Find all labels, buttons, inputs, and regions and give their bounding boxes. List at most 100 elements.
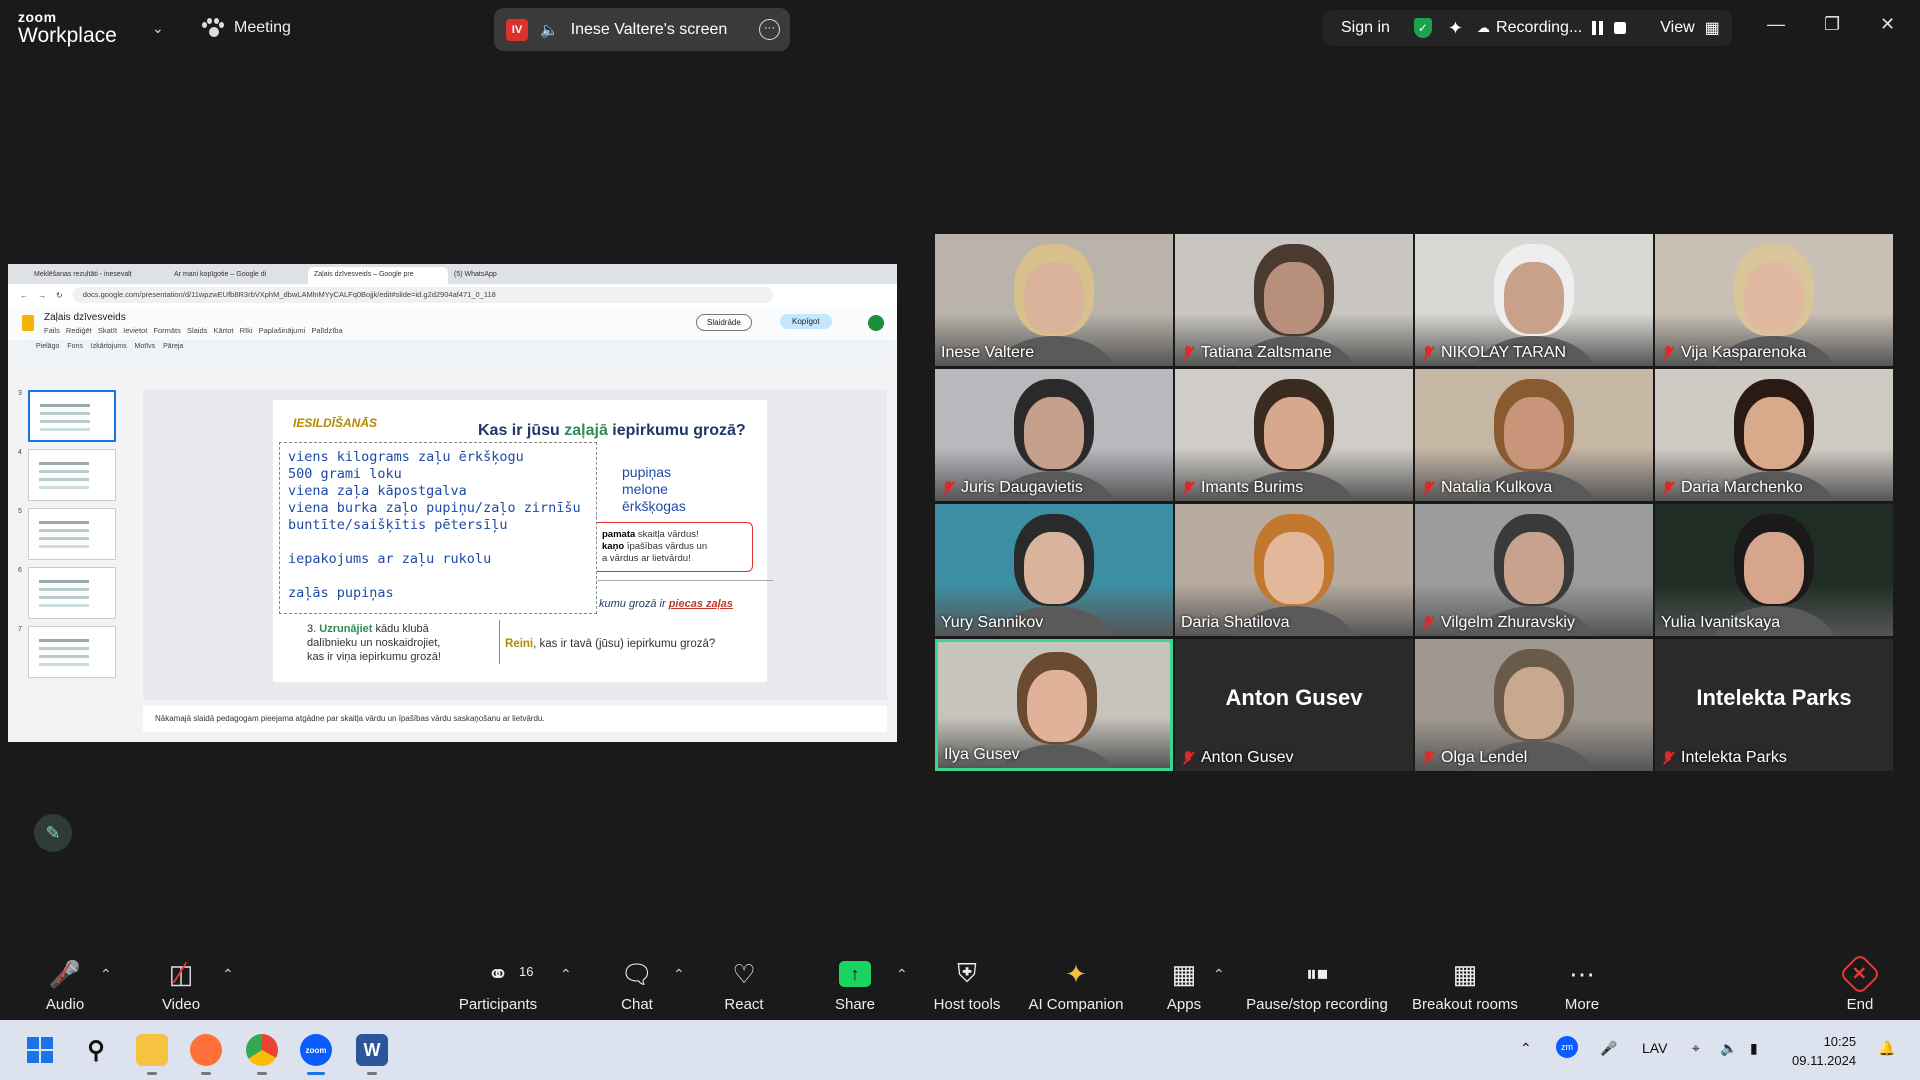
participant-tile[interactable]: NIKOLAY TARAN: [1415, 234, 1653, 366]
windows-start-icon[interactable]: [24, 1034, 56, 1066]
browser-tab-active[interactable]: Zaļais dzīvesveids – Google pre: [308, 267, 448, 284]
browser-tab[interactable]: Ar mani kopīgotie – Google di: [168, 267, 308, 284]
audio-button[interactable]: 🎤 ∕ Audio: [40, 956, 90, 1013]
view-button[interactable]: View ▦: [1660, 18, 1720, 38]
react-button[interactable]: ♡ React: [720, 956, 768, 1014]
screen-share-indicator[interactable]: IV 🔈 Inese Valtere's screen ···: [494, 8, 790, 51]
wifi-icon[interactable]: ⌖: [1692, 1040, 1700, 1057]
end-button[interactable]: ✕ End: [1838, 952, 1882, 1013]
ai-sparkle-icon[interactable]: ✦: [1448, 18, 1463, 39]
participant-name-label: Olga Lendel: [1421, 749, 1527, 767]
microphone-icon[interactable]: 🎤: [1600, 1040, 1617, 1057]
video-button[interactable]: ◫ ∕ Video: [156, 956, 206, 1013]
notification-bell-icon[interactable]: 🔔: [1878, 1040, 1895, 1057]
host-tools-button[interactable]: ⛨ Host tools: [932, 956, 1002, 1013]
browser-tab[interactable]: (5) WhatsApp: [448, 267, 588, 284]
doc-menu[interactable]: Fails Rediģēt Skatīt Ievietot Formāts Sl…: [44, 326, 343, 335]
avatar[interactable]: [868, 315, 884, 331]
pause-stop-recording-button[interactable]: ⏸⏹ Pause/stop recording: [1244, 956, 1390, 1013]
slide-thumbnail[interactable]: 6: [18, 567, 130, 619]
ai-companion-button[interactable]: ✦ AI Companion: [1026, 956, 1126, 1014]
slide-thumbnail[interactable]: 5: [18, 508, 130, 560]
chat-options-caret[interactable]: ⌃: [673, 966, 685, 983]
slide-thumbnail[interactable]: 4: [18, 449, 130, 501]
shopping-list-textbox[interactable]: viens kilograms zaļu ērkšķogu 500 grami …: [279, 442, 597, 614]
participant-tile[interactable]: Intelekta Parks Intelekta Parks: [1655, 639, 1893, 771]
stop-recording-icon[interactable]: [1614, 22, 1627, 34]
pause-recording-icon[interactable]: [1592, 21, 1606, 35]
speaker-notes[interactable]: Nākamajā slaidā pedagogam pieejama atgād…: [143, 706, 887, 732]
search-icon[interactable]: ⚲: [80, 1034, 112, 1066]
mic-muted-icon: [1181, 345, 1195, 361]
clock[interactable]: 10:25 09.11.2024: [1792, 1032, 1856, 1070]
more-button[interactable]: ⋯ More: [1560, 956, 1604, 1014]
minimize-icon[interactable]: —: [1767, 14, 1785, 35]
participants-options-caret[interactable]: ⌃: [560, 966, 572, 983]
meeting-controls: 🎤 ∕ Audio ⌃ ◫ ∕ Video ⌃ ⚭ Participants 16 …: [0, 944, 1920, 1020]
participant-tile[interactable]: Natalia Kulkova: [1415, 369, 1653, 501]
participant-tile[interactable]: Anton Gusev Anton Gusev: [1175, 639, 1413, 771]
participant-tile[interactable]: Yulia Ivanitskaya: [1655, 504, 1893, 636]
participant-tile[interactable]: Olga Lendel: [1415, 639, 1653, 771]
participant-tile[interactable]: Daria Marchenko: [1655, 369, 1893, 501]
participant-tile[interactable]: Juris Daugavietis: [935, 369, 1173, 501]
annotate-pen-icon[interactable]: ✎: [34, 814, 72, 852]
more-options-icon[interactable]: ···: [759, 19, 780, 40]
zoom-logo[interactable]: zoom Workplace: [18, 10, 117, 46]
participant-tile[interactable]: Vilgelm Zhuravskiy: [1415, 504, 1653, 636]
encryption-shield-icon[interactable]: ✓: [1413, 18, 1432, 38]
participant-tile[interactable]: Imants Burims: [1175, 369, 1413, 501]
docs-toolbar[interactable]: Pielāgo Fons Izkārtojums Motīvs Pāreja: [16, 340, 889, 356]
battery-icon[interactable]: ▮: [1750, 1040, 1758, 1057]
participant-name-label: Ilya Gusev: [944, 746, 1020, 764]
participant-tile[interactable]: Yury Sannikov: [935, 504, 1173, 636]
audio-options-caret[interactable]: ⌃: [100, 966, 112, 983]
tray-overflow-icon[interactable]: ⌃: [1520, 1040, 1532, 1057]
reload-icon[interactable]: ↻: [56, 291, 63, 300]
browser-tab[interactable]: Meklēšanas rezultāti - inesevalt: [28, 267, 168, 284]
current-slide[interactable]: IESILDĪŠANĀS Kas ir jūsu zaļajā iepirkum…: [273, 400, 773, 682]
file-explorer-icon[interactable]: [136, 1034, 168, 1066]
slideshow-button[interactable]: Slaidrāde: [696, 314, 752, 331]
share-doc-button[interactable]: Kopīgot: [780, 314, 832, 329]
recording-status[interactable]: ☁ Recording...: [1477, 19, 1582, 37]
participant-tile[interactable]: Vija Kasparenoka: [1655, 234, 1893, 366]
participant-tile[interactable]: Tatiana Zaltsmane: [1175, 234, 1413, 366]
slide-thumbnail[interactable]: 7: [18, 626, 130, 678]
meeting-label: Meeting: [234, 19, 291, 36]
url-field[interactable]: docs.google.com/presentation/d/11wpzwEUf…: [72, 287, 773, 303]
breakout-rooms-button[interactable]: ▦ Breakout rooms: [1410, 956, 1520, 1014]
share-button[interactable]: ↑ Share: [832, 956, 878, 1013]
shared-screen[interactable]: Meklēšanas rezultāti - inesevalt Ar mani…: [8, 264, 897, 742]
zoom-tray-icon[interactable]: zm: [1556, 1036, 1578, 1058]
chat-button[interactable]: 🗨 Chat: [617, 956, 657, 1014]
slide-thumbnail[interactable]: 3: [18, 390, 130, 442]
participant-name-label: Yury Sannikov: [941, 614, 1043, 632]
apps-options-caret[interactable]: ⌃: [1213, 966, 1225, 983]
participant-tile[interactable]: Inese Valtere: [935, 234, 1173, 366]
doc-title[interactable]: Zaļais dzīvesveids: [44, 312, 343, 323]
back-icon[interactable]: ←: [20, 291, 28, 300]
speaker-icon[interactable]: 🔈: [540, 21, 559, 39]
participant-name-label: Daria Shatilova: [1181, 614, 1290, 632]
restore-icon[interactable]: ❐: [1824, 14, 1840, 35]
participant-tile[interactable]: Daria Shatilova: [1175, 504, 1413, 636]
language-indicator[interactable]: LAV: [1642, 1040, 1667, 1056]
recording-label: Recording...: [1496, 19, 1583, 36]
forward-icon[interactable]: →: [38, 291, 46, 300]
meeting-menu[interactable]: Meeting: [202, 18, 291, 38]
volume-icon[interactable]: 🔈: [1720, 1040, 1737, 1057]
participant-tile[interactable]: Ilya Gusev: [935, 639, 1173, 771]
paw-icon: [202, 18, 224, 38]
share-options-caret[interactable]: ⌃: [896, 966, 908, 983]
sign-in-button[interactable]: Sign in: [1341, 19, 1390, 37]
mic-muted-icon: [1421, 480, 1435, 496]
chrome-icon[interactable]: [246, 1034, 278, 1066]
word-icon[interactable]: W: [356, 1034, 388, 1066]
video-options-caret[interactable]: ⌃: [222, 966, 234, 983]
chevron-down-icon[interactable]: ⌄: [152, 20, 164, 37]
firefox-icon[interactable]: [190, 1034, 222, 1066]
apps-button[interactable]: ▦ Apps: [1164, 956, 1204, 1014]
zoom-app-icon[interactable]: zoom: [300, 1034, 332, 1066]
close-icon[interactable]: ✕: [1880, 14, 1895, 35]
